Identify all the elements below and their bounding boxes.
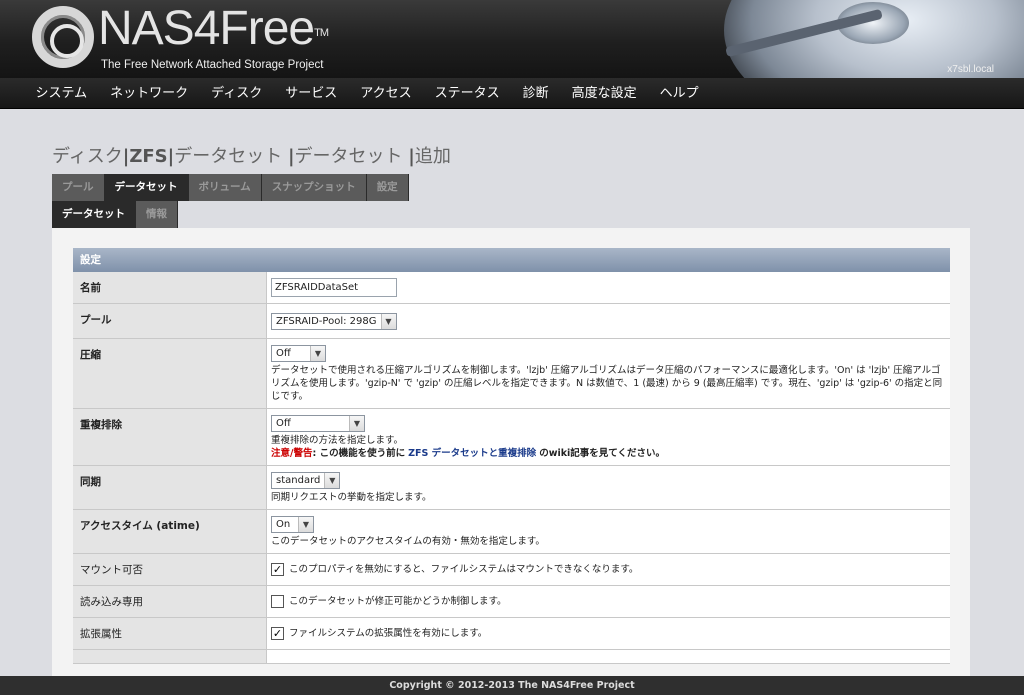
row-sync: 同期 standard ▼ 同期リクエストの挙動を指定します。 (73, 466, 950, 510)
row-canmount: マウント可否 ✓ このプロパティを無効にすると、ファイルシステムはマウントできなく… (73, 554, 950, 586)
breadcrumb-add: 追加 (414, 146, 451, 167)
dedup-description: 重複排除の方法を指定します。 (271, 435, 404, 446)
pool-select[interactable]: ZFSRAID-Pool: 298G ▼ (271, 313, 397, 330)
compression-label: 圧縮 (73, 339, 267, 408)
settings-form: 設定 名前 ZFSRAIDDataSet プール ZFSRAID-Pool: 2… (73, 248, 950, 664)
tab-info[interactable]: 情報 (136, 201, 178, 228)
tab-volume[interactable]: ボリューム (188, 174, 262, 201)
row-xattr: 拡張属性 ✓ ファイルシステムの拡張属性を有効にします。 (73, 618, 950, 650)
logo-icon (32, 6, 94, 68)
dedup-label: 重複排除 (73, 409, 267, 465)
sync-select[interactable]: standard ▼ (271, 472, 341, 489)
nav-item-services[interactable]: サービス (274, 78, 349, 109)
row-atime: アクセスタイム (atime) On ▼ このデータセットのアクセスタイムの有効・… (73, 510, 950, 554)
main-nav: システム ネットワーク ディスク サービス アクセス ステータス 診断 高度な設… (0, 78, 1024, 109)
header: NAS4FreeTM The Free Network Attached Sto… (0, 0, 1024, 78)
canmount-text: このプロパティを無効にすると、ファイルシステムはマウントできなくなります。 (289, 564, 639, 575)
nav-item-access[interactable]: アクセス (349, 78, 423, 109)
section-header: 設定 (73, 248, 950, 272)
warning-label: 注意/警告 (271, 448, 313, 459)
tab-row-primary: プール データセット ボリューム スナップショット 設定 (52, 174, 409, 201)
nav-item-disk[interactable]: ディスク (200, 78, 274, 109)
tagline: The Free Network Attached Storage Projec… (101, 59, 324, 71)
breadcrumb-dataset[interactable]: データセット (174, 146, 282, 167)
compression-description: データセットで使用される圧縮アルゴリズムを制御します。'lzjb' 圧縮アルゴリ… (271, 365, 943, 402)
tab-row-secondary: データセット 情報 (52, 201, 178, 228)
compression-select[interactable]: Off ▼ (271, 345, 326, 362)
nav-item-status[interactable]: ステータス (423, 78, 511, 109)
content-panel: 設定 名前 ZFSRAIDDataSet プール ZFSRAID-Pool: 2… (52, 228, 970, 680)
canmount-label: マウント可否 (73, 554, 267, 585)
canmount-checkbox[interactable]: ✓ (271, 563, 284, 576)
tab-dataset[interactable]: データセット (104, 174, 189, 201)
atime-description: このデータセットのアクセスタイムの有効・無効を指定します。 (271, 536, 545, 547)
chevron-down-icon: ▼ (310, 346, 325, 361)
dedup-warning: 注意/警告: この機能を使う前に ZFS データセットと重複排除 のwiki記事… (271, 448, 666, 459)
tab-dataset-sub[interactable]: データセット (52, 201, 136, 228)
readonly-text: このデータセットが修正可能かどうか制御します。 (289, 596, 507, 607)
row-dedup: 重複排除 Off ▼ 重複排除の方法を指定します。 注意/警告: この機能を使う前… (73, 409, 950, 466)
footer: Copyright © 2012-2013 The NAS4Free Proje… (0, 676, 1024, 695)
name-input[interactable]: ZFSRAIDDataSet (271, 278, 397, 297)
tab-snapshot[interactable]: スナップショット (261, 174, 367, 201)
row-pool: プール ZFSRAID-Pool: 298G ▼ (73, 304, 950, 339)
tab-settings[interactable]: 設定 (366, 174, 409, 201)
nav-item-diagnostics[interactable]: 診断 (511, 78, 560, 109)
logo-text[interactable]: NAS4FreeTM (98, 4, 329, 54)
readonly-checkbox[interactable] (271, 595, 284, 608)
atime-label: アクセスタイム (atime) (73, 510, 267, 553)
page-title: ディスク|ZFS|データセット |データセット |追加 (52, 146, 451, 167)
chevron-down-icon: ▼ (298, 517, 313, 532)
hostname: x7sbl.local (947, 64, 994, 75)
dedup-select[interactable]: Off ▼ (271, 415, 365, 432)
row-name: 名前 ZFSRAIDDataSet (73, 272, 950, 304)
pool-label: プール (73, 304, 267, 338)
dedup-wiki-link[interactable]: ZFS データセットと重複排除 (408, 448, 536, 459)
nav-item-network[interactable]: ネットワーク (99, 78, 200, 109)
sync-label: 同期 (73, 466, 267, 509)
xattr-text: ファイルシステムの拡張属性を有効にします。 (289, 628, 488, 639)
row-partial (73, 650, 950, 664)
row-compression: 圧縮 Off ▼ データセットで使用される圧縮アルゴリズムを制御します。'lzjb… (73, 339, 950, 409)
nav-item-system[interactable]: システム (24, 78, 99, 109)
chevron-down-icon: ▼ (324, 473, 340, 488)
row-readonly: 読み込み専用 このデータセットが修正可能かどうか制御します。 (73, 586, 950, 618)
chevron-down-icon: ▼ (349, 416, 364, 431)
breadcrumb-disk[interactable]: ディスク (52, 146, 123, 167)
tab-pool[interactable]: プール (52, 174, 105, 201)
sync-description: 同期リクエストの挙動を指定します。 (271, 492, 432, 503)
readonly-label: 読み込み専用 (73, 586, 267, 617)
nav-item-advanced[interactable]: 高度な設定 (560, 78, 648, 109)
xattr-label: 拡張属性 (73, 618, 267, 649)
trademark: TM (314, 27, 329, 39)
nav-item-help[interactable]: ヘルプ (648, 78, 710, 109)
atime-select[interactable]: On ▼ (271, 516, 314, 533)
breadcrumb-zfs[interactable]: ZFS (129, 146, 167, 167)
name-label: 名前 (73, 272, 267, 303)
xattr-checkbox[interactable]: ✓ (271, 627, 284, 640)
breadcrumb-dataset-2[interactable]: データセット (295, 146, 403, 167)
chevron-down-icon: ▼ (380, 314, 396, 329)
